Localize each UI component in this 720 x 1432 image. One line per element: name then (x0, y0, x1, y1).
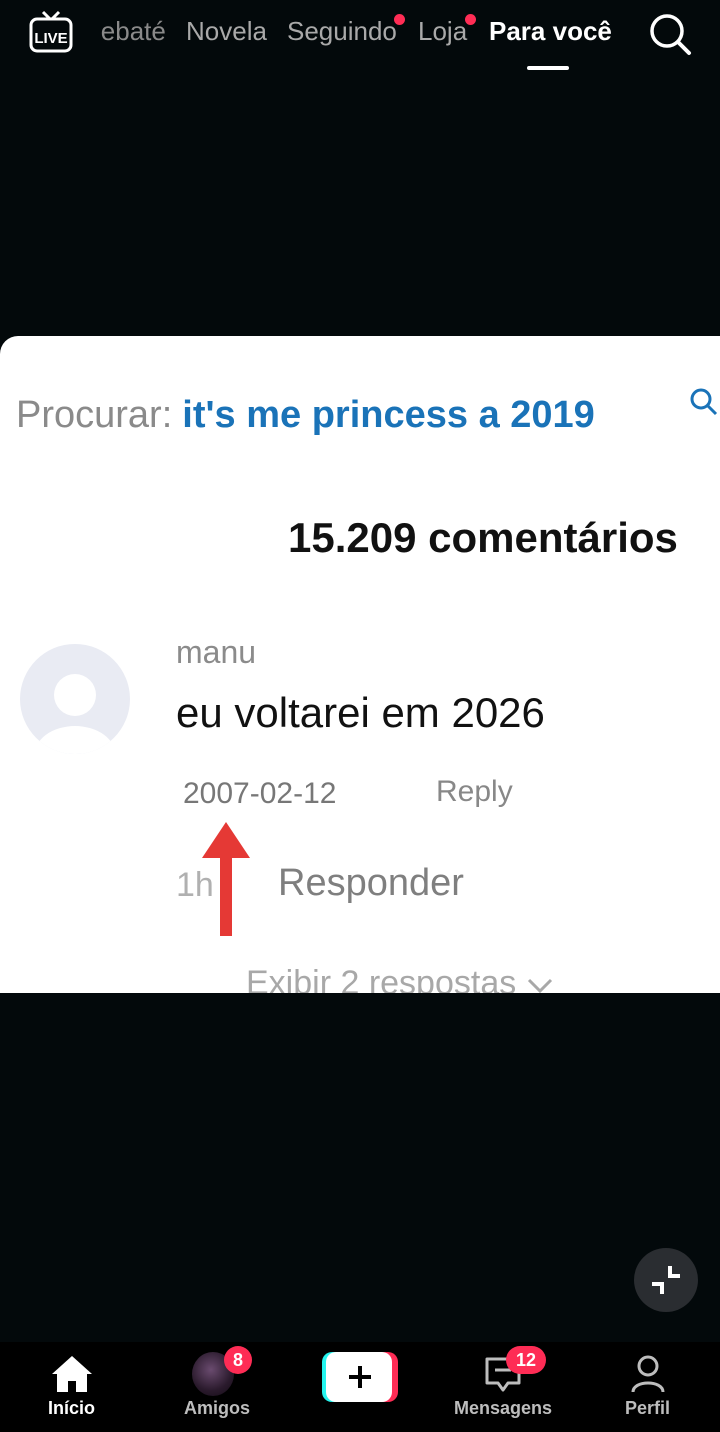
plus-icon (322, 1352, 398, 1402)
notification-dot (394, 14, 405, 25)
friends-badge: 8 (224, 1346, 252, 1374)
tab-seguindo[interactable]: Seguindo (287, 16, 397, 47)
search-icon[interactable] (648, 12, 692, 56)
live-icon[interactable]: LIVE (28, 10, 74, 54)
comments-count: 15.209 comentários (288, 514, 678, 561)
nav-label: Mensagens (454, 1398, 553, 1418)
minimize-button[interactable] (634, 1248, 698, 1312)
top-bar: LIVE Debaté Novela Seguindo Loja Para vo… (0, 0, 720, 80)
nav-label: Perfil (625, 1398, 671, 1418)
messages-badge: 12 (506, 1346, 546, 1374)
respond-button: Responder (278, 862, 464, 904)
tab-para-voce[interactable]: Para você (489, 16, 612, 47)
tab-novela[interactable]: Novela (186, 16, 267, 47)
tab-debate[interactable]: Debaté (100, 16, 166, 47)
feed-tabs: Debaté Novela Seguindo Loja Para você (100, 14, 640, 54)
comment-time: 1h (176, 866, 214, 904)
create-button[interactable] (322, 1352, 398, 1402)
profile-icon (631, 1355, 665, 1393)
comment-screenshot: Procurar: it's me princess a 2019 15.209 … (0, 336, 720, 993)
search-query: it's me princess a 2019 (182, 394, 595, 436)
nav-messages[interactable]: 12 Mensagens (452, 1342, 562, 1432)
chevron-down-icon (527, 978, 552, 993)
minimize-icon (652, 1266, 680, 1294)
active-tab-indicator (527, 66, 569, 70)
comment-text: eu voltarei em 2026 (176, 689, 545, 736)
nav-label: Amigos (184, 1398, 251, 1418)
bottom-nav: Início 8 Amigos 12 Mensagens Perfil (0, 1342, 720, 1432)
nav-home[interactable]: Início (36, 1342, 110, 1432)
reply-link: Reply (436, 775, 513, 808)
notification-dot (465, 14, 476, 25)
search-icon (688, 386, 720, 420)
search-prefix: Procurar: (16, 394, 173, 436)
nav-friends[interactable]: 8 Amigos (180, 1342, 260, 1432)
search-suggestion[interactable]: Procurar: it's me princess a 2019 (16, 394, 595, 437)
view-replies: Exibir 2 respostas (246, 964, 554, 993)
nav-profile[interactable]: Perfil (622, 1342, 682, 1432)
avatar (20, 644, 130, 754)
comment-date: 2007-02-12 (183, 777, 337, 810)
tab-loja[interactable]: Loja (418, 16, 467, 47)
home-icon (52, 1356, 92, 1392)
comment-username: manu (176, 634, 257, 670)
svg-text:LIVE: LIVE (34, 30, 67, 47)
nav-label: Início (48, 1398, 96, 1418)
